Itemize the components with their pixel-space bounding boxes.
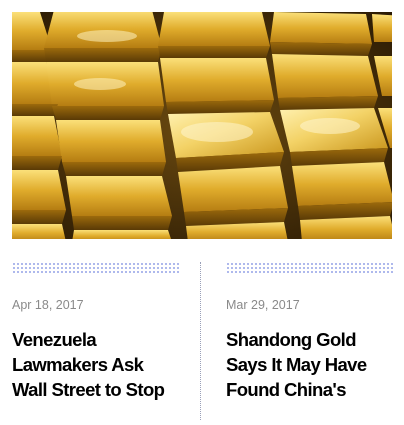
article-card-1[interactable]: Apr 18, 2017 Venezuela Lawmakers Ask Wal… bbox=[12, 262, 180, 420]
dotted-rule bbox=[226, 262, 394, 274]
column-divider bbox=[200, 262, 201, 420]
article-date: Mar 29, 2017 bbox=[226, 298, 300, 312]
article-headline-link[interactable]: Shandong Gold Says It May Have Found Chi… bbox=[226, 327, 394, 402]
article-card-2[interactable]: Mar 29, 2017 Shandong Gold Says It May H… bbox=[226, 262, 394, 420]
hero-image-gold-bars[interactable] bbox=[12, 12, 392, 239]
article-headline-link[interactable]: Venezuela Lawmakers Ask Wall Street to S… bbox=[12, 327, 180, 402]
dotted-rule bbox=[12, 262, 180, 274]
article-date: Apr 18, 2017 bbox=[12, 298, 84, 312]
gold-bars-icon bbox=[12, 12, 392, 239]
